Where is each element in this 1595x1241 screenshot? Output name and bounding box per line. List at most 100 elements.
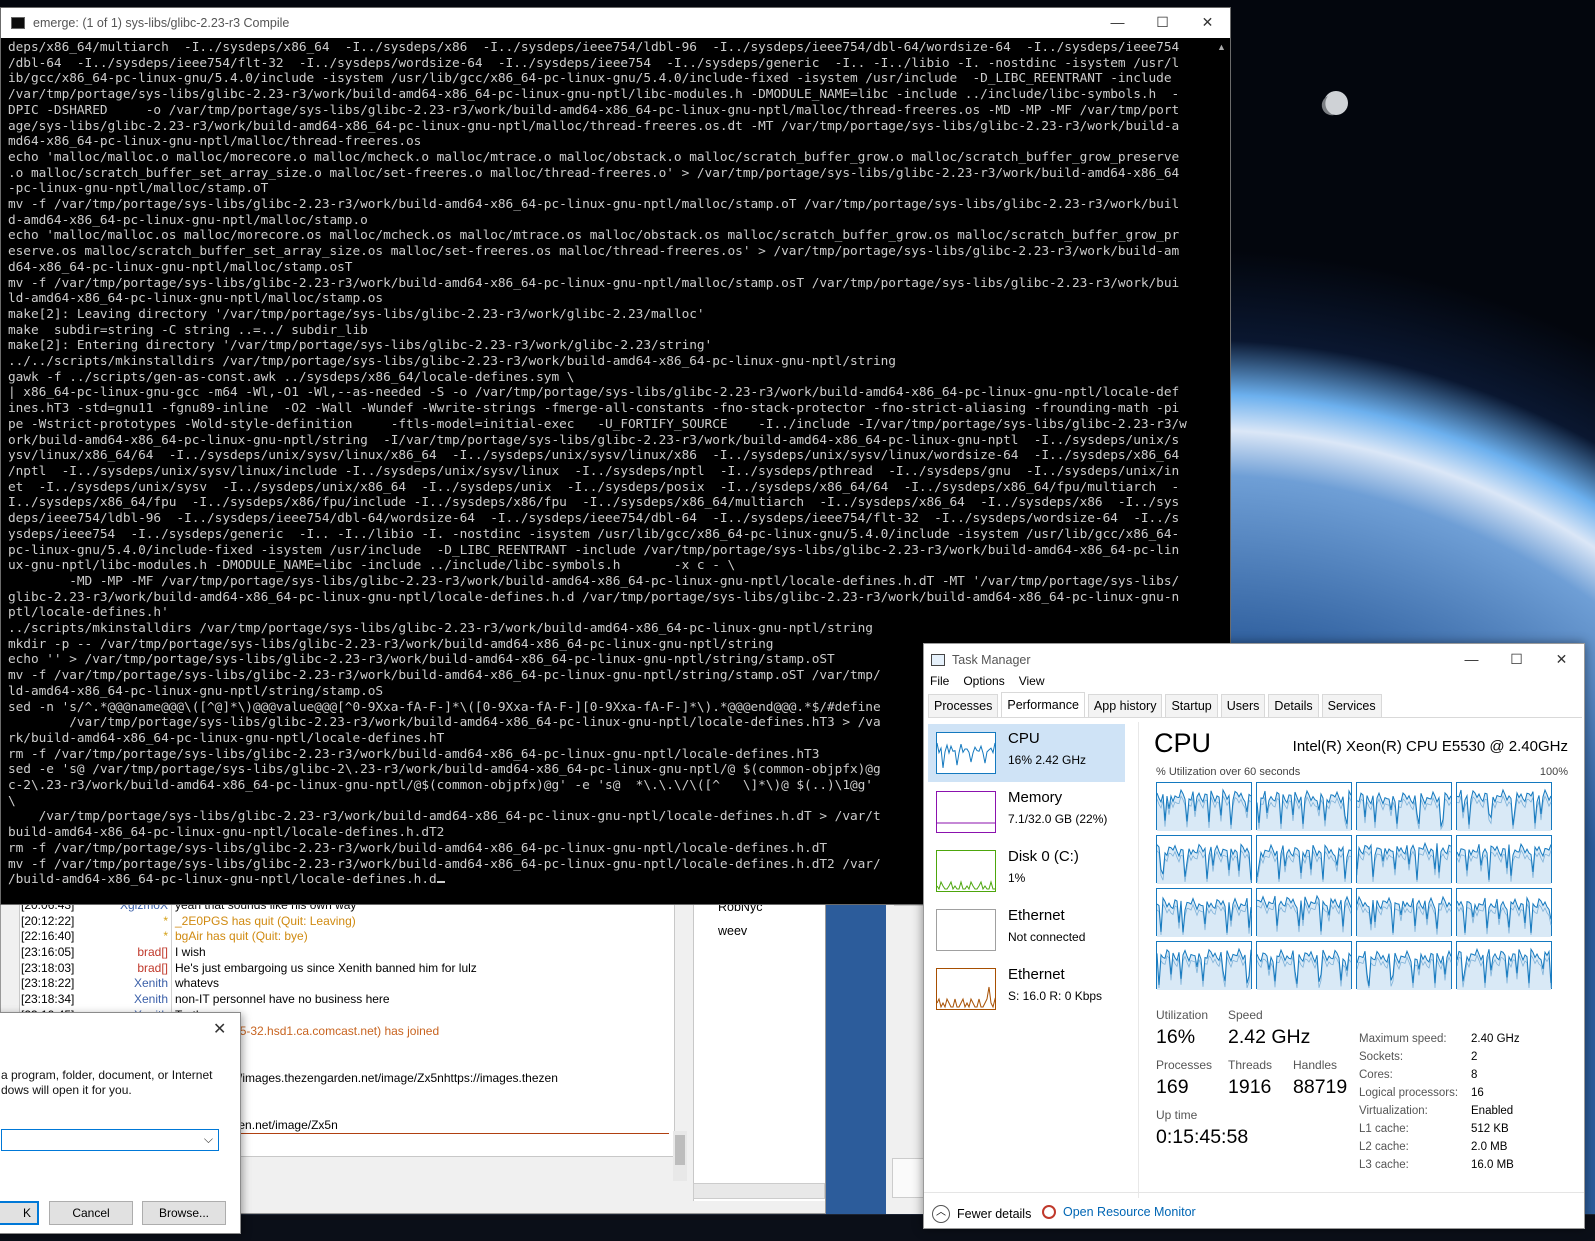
spec-value: 2 — [1471, 1051, 1478, 1063]
cpu-heading: CPU — [1154, 728, 1212, 758]
console-line: d64-x86_64-pc-linux-gnu-nptl/malloc/stam… — [8, 259, 353, 275]
chat-timestamp: [23:18:22] — [21, 976, 75, 991]
spec-row: Cores: 8 — [1359, 1066, 1520, 1084]
sidebar-thumbnail-graph — [936, 909, 996, 951]
spec-row: Virtualization: Enabled — [1359, 1102, 1520, 1120]
cpu-core-graph — [1156, 782, 1252, 831]
scroll-up-icon[interactable]: ▲ — [1217, 42, 1226, 52]
console-line: ../../scripts/mkinstalldirs /var/tmp/por… — [8, 354, 896, 370]
console-title: emerge: (1 of 1) sys-libs/glibc-2.23-r3 … — [33, 16, 290, 30]
sidebar-item-detail: 1% — [1008, 871, 1026, 885]
sidebar-item-cpu[interactable]: CPU 16% 2.42 GHz — [928, 724, 1125, 782]
text-cursor — [436, 881, 445, 884]
close-button[interactable]: ✕ — [1185, 8, 1230, 36]
cpu-core-graph — [1156, 941, 1252, 990]
console-line: ib/gcc/x86_64-pc-linux-gnu/5.4.0/include… — [8, 71, 1172, 87]
sidebar-item-disk-0-c[interactable]: Disk 0 (C:) 1% — [928, 842, 1125, 900]
console-line: ysv/linux/x86_64/64 -I../sysdeps/unix/sy… — [8, 448, 1180, 464]
chat-timestamp: [23:18:03] — [21, 960, 75, 975]
fewer-details-button[interactable]: ︿ Fewer details — [932, 1205, 1031, 1223]
console-line: mv -f /var/tmp/portage/sys-libs/glibc-2.… — [8, 275, 1180, 291]
handles-label: Handles — [1293, 1058, 1338, 1072]
utilization-label: Utilization — [1156, 1008, 1209, 1022]
ok-button[interactable]: K — [0, 1201, 39, 1225]
cpu-spec-table: Maximum speed: 2.40 GHz Sockets: 2 Cores: 8 Lo… — [1359, 1030, 1520, 1174]
spec-row: L1 cache: 512 KB — [1359, 1120, 1520, 1138]
chat-input[interactable] — [693, 1183, 825, 1199]
minimize-button[interactable]: — — [1095, 8, 1140, 36]
utilization-max: 100% — [1539, 766, 1568, 778]
tab-app-history[interactable]: App history — [1087, 694, 1163, 717]
chat-scrollbar[interactable] — [673, 1131, 687, 1181]
chat-nick[interactable]: brad[] — [82, 945, 172, 961]
close-icon[interactable]: ✕ — [213, 1019, 226, 1039]
spec-key: Maximum speed: — [1359, 1033, 1447, 1045]
chevron-down-icon[interactable]: ⌵ — [204, 1132, 213, 1147]
sidebar-item-memory[interactable]: Memory 7.1/32.0 GB (22%) — [928, 783, 1125, 841]
task-manager-titlebar[interactable]: Task Manager — ☐ ✕ — [924, 644, 1584, 674]
spec-row: Logical processors: 16 — [1359, 1084, 1520, 1102]
chat-message-text: non-IT personnel have no business here — [175, 992, 390, 1007]
chat-nick[interactable]: * — [82, 913, 172, 930]
task-manager-window: Task Manager — ☐ ✕ File Options View Proce… — [923, 643, 1585, 1229]
resource-monitor-icon — [1042, 1205, 1056, 1219]
chat-timestamp: [22:16:40] — [21, 929, 75, 944]
console-line: ptl/locale-defines.h' — [8, 605, 169, 621]
sidebar-item-label: Memory — [1008, 789, 1063, 806]
scrollbar-thumb[interactable] — [675, 1135, 685, 1165]
tab-startup[interactable]: Startup — [1165, 694, 1218, 717]
threads-value: 1916 — [1228, 1076, 1272, 1098]
menu-options[interactable]: Options — [963, 674, 1004, 688]
cpu-core-graph — [1356, 888, 1452, 937]
open-resource-monitor-link[interactable]: Open Resource Monitor — [1042, 1205, 1196, 1219]
chat-nick[interactable]: Xenith — [82, 976, 172, 993]
console-line: make[2]: Leaving directory '/var/tmp/por… — [8, 306, 705, 322]
run-open-combobox[interactable]: ⌵ — [1, 1129, 219, 1151]
spec-value: 8 — [1471, 1069, 1478, 1081]
chat-message-text: I wish — [175, 945, 206, 960]
console-line: age/sys-libs/glibc-2.23-r3/work/build-am… — [8, 118, 1180, 134]
user-list-item[interactable]: weev — [718, 919, 825, 943]
console-line: make subdir=string -C string ..=../ subd… — [8, 322, 368, 338]
maximize-button[interactable]: ☐ — [1494, 644, 1539, 674]
chat-message: [22:16:40] * bgAir has quit (Quit: bye) — [20, 929, 674, 946]
tab-performance[interactable]: Performance — [1001, 692, 1085, 717]
menu-file[interactable]: File — [930, 674, 949, 688]
chat-nick[interactable]: brad[] — [82, 960, 172, 977]
sidebar-item-label: Ethernet — [1008, 907, 1065, 924]
chat-window-edge — [886, 880, 926, 1214]
chat-message-text: He's just embargoing us since Xenith ban… — [175, 960, 477, 975]
close-button[interactable]: ✕ — [1539, 644, 1584, 674]
menu-view[interactable]: View — [1019, 674, 1045, 688]
tab-users[interactable]: Users — [1220, 694, 1266, 717]
uptime-value: 0:15:45:58 — [1156, 1126, 1249, 1148]
sidebar-item-ethernet[interactable]: Ethernet Not connected — [928, 901, 1125, 959]
sidebar-item-detail: Not connected — [1008, 930, 1086, 944]
spec-value: 512 KB — [1471, 1123, 1509, 1135]
chat-send-button[interactable] — [892, 1158, 926, 1198]
sidebar-item-ethernet-2[interactable]: Ethernet S: 16.0 R: 0 Kbps — [928, 960, 1125, 1018]
minimize-button[interactable]: — — [1449, 644, 1494, 674]
tab-services[interactable]: Services — [1321, 694, 1382, 717]
browse-button[interactable]: Browse... — [142, 1201, 226, 1225]
maximize-button[interactable]: ☐ — [1140, 8, 1185, 36]
handles-value: 88719 — [1293, 1076, 1348, 1098]
tab-details[interactable]: Details — [1268, 694, 1319, 717]
console-line: eserve.os malloc/scratch_buffer_set_arra… — [8, 244, 1180, 260]
spec-key: L2 cache: — [1359, 1141, 1409, 1153]
chat-nick[interactable]: Xenith — [82, 992, 172, 1008]
threads-label: Threads — [1228, 1058, 1273, 1072]
console-line: /var/tmp/portage/sys-libs/glibc-2.23-r3/… — [8, 87, 1180, 103]
cancel-button[interactable]: Cancel — [49, 1201, 133, 1225]
chat-nick[interactable]: * — [82, 929, 172, 946]
console-line: /dbl-64 -I../sysdeps/ieee754/flt-32 -I..… — [8, 55, 1180, 71]
sidebar-item-detail: S: 16.0 R: 0 Kbps — [1008, 989, 1103, 1003]
performance-sidebar: CPU 16% 2.42 GHz Memory 7.1/32.0 GB (22%) Di… — [928, 724, 1138, 1192]
console-line: et -I../sysdeps/unix/sysv -I../sysdeps/u… — [8, 479, 1180, 495]
chat-message: [23:16:05] brad[] I wish — [20, 945, 674, 961]
tab-bar: Processes Performance App history Startup Us… — [928, 692, 1582, 718]
spec-row: L3 cache: 16.0 MB — [1359, 1156, 1520, 1174]
tab-processes[interactable]: Processes — [928, 694, 999, 717]
spec-value: 16.0 MB — [1471, 1159, 1514, 1171]
console-titlebar[interactable]: emerge: (1 of 1) sys-libs/glibc-2.23-r3 … — [1, 8, 1230, 38]
